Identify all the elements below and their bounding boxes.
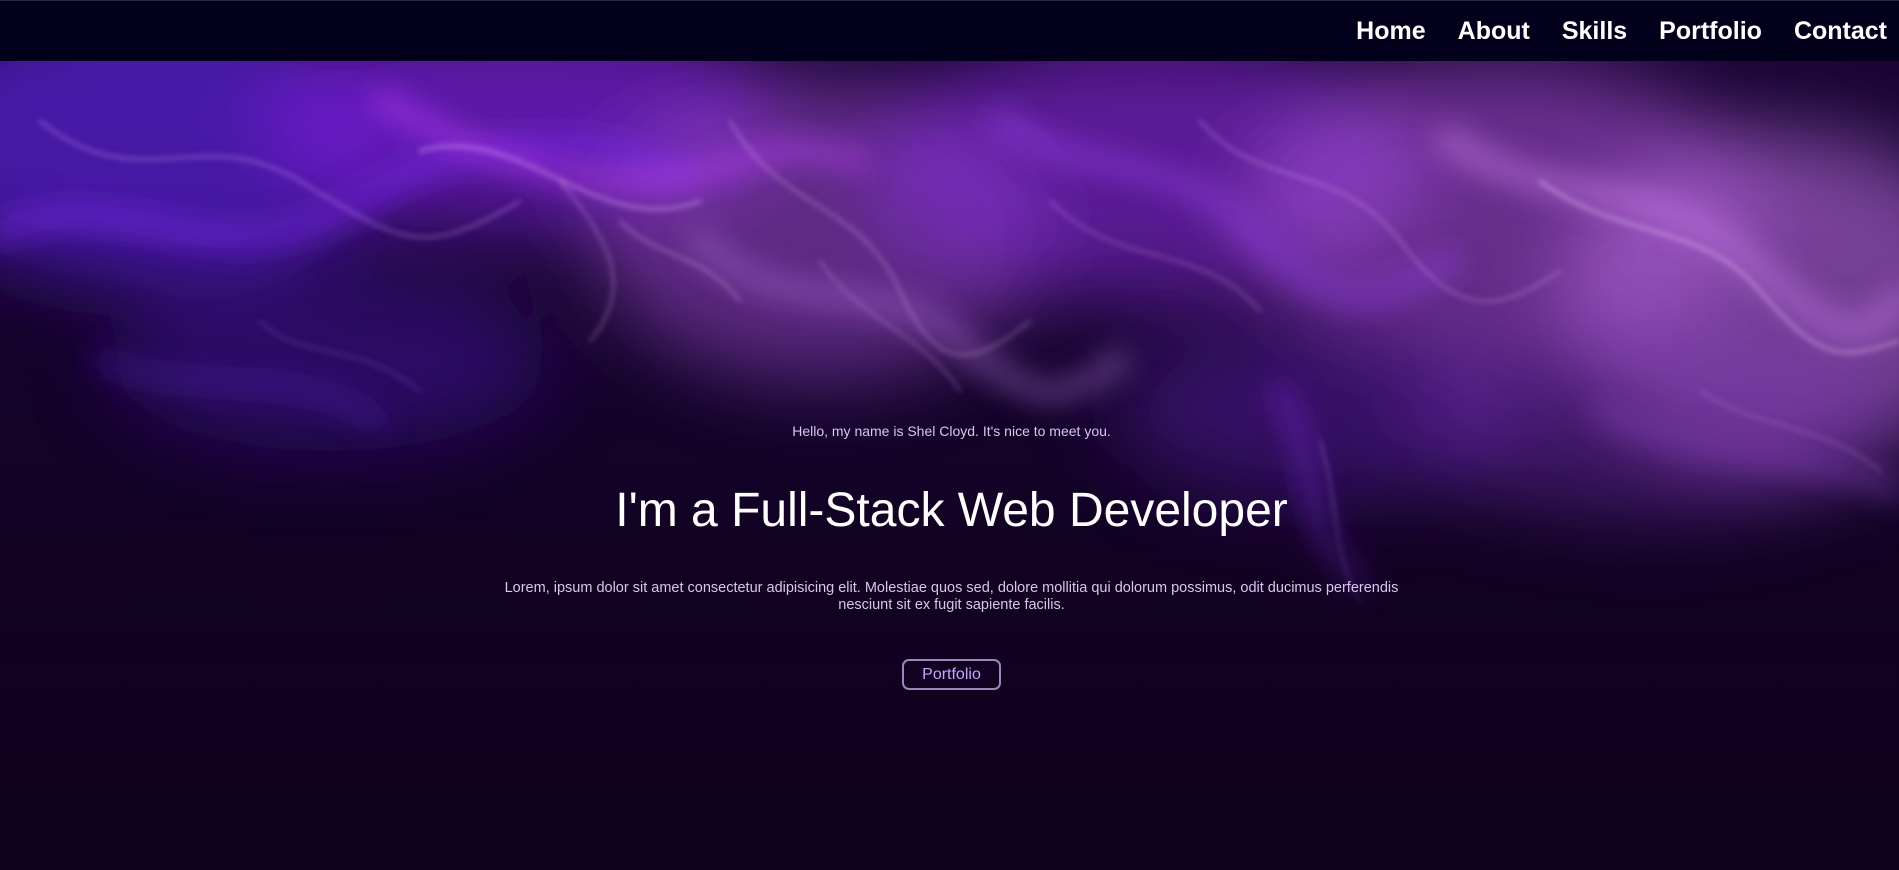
nav-links: Home About Skills Portfolio Contact (1356, 1, 1887, 62)
nav-link-about[interactable]: About (1458, 17, 1530, 45)
nav-link-portfolio[interactable]: Portfolio (1659, 17, 1762, 45)
hero-section: Hello, my name is Shel Cloyd. It's nice … (0, 61, 1899, 870)
portfolio-button[interactable]: Portfolio (902, 659, 1001, 690)
hero-content: Hello, my name is Shel Cloyd. It's nice … (0, 61, 1899, 870)
nav-item-skills: Skills (1562, 17, 1627, 46)
nav-link-skills[interactable]: Skills (1562, 17, 1627, 45)
nav-item-about: About (1458, 17, 1530, 46)
nav-link-home[interactable]: Home (1356, 17, 1425, 45)
nav-item-contact: Contact (1794, 17, 1887, 46)
nav-item-home: Home (1356, 17, 1425, 46)
nav-item-portfolio: Portfolio (1659, 17, 1762, 46)
hero-headline: I'm a Full-Stack Web Developer (615, 484, 1288, 537)
nav-link-contact[interactable]: Contact (1794, 17, 1887, 45)
top-navbar: Home About Skills Portfolio Contact (0, 0, 1899, 61)
hero-description: Lorem, ipsum dolor sit amet consectetur … (504, 580, 1399, 613)
page: Home About Skills Portfolio Contact Hell… (0, 0, 1899, 870)
hero-greeting: Hello, my name is Shel Cloyd. It's nice … (792, 423, 1111, 439)
